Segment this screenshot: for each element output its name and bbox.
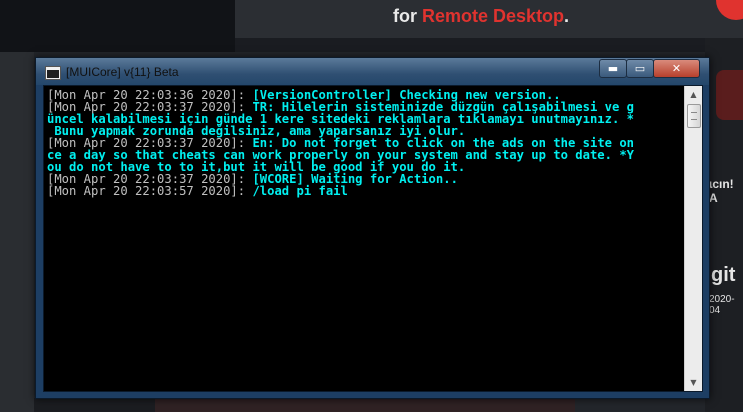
scroll-down-arrow-icon[interactable]: ▼ xyxy=(685,374,702,391)
console-text[interactable]: [Mon Apr 20 22:03:36 2020]: [VersionCont… xyxy=(47,89,681,387)
background-bottom-left xyxy=(34,398,155,412)
console-line: [Mon Apr 20 22:03:57 2020]: /load pi fai… xyxy=(47,185,681,197)
minimize-button[interactable]: ▬ xyxy=(599,59,627,78)
banner-text: for Remote Desktop. xyxy=(393,6,570,26)
maximize-button[interactable]: ▭ xyxy=(626,59,654,78)
console-window: [MUICore] v{11} Beta ▬ ▭ ✕ [Mon Apr 20 2… xyxy=(35,57,710,399)
background-left-strip xyxy=(0,52,34,412)
console-message: /load pi fail xyxy=(252,184,348,198)
background-side-text: ɩcın! A xyxy=(709,177,734,205)
background-dark-area xyxy=(0,0,235,52)
console-timestamp: [Mon Apr 20 22:03:57 2020]: xyxy=(47,184,253,198)
scroll-thumb[interactable] xyxy=(687,104,701,128)
scroll-up-arrow-icon[interactable]: ▲ xyxy=(685,86,702,103)
console-output-area[interactable]: [Mon Apr 20 22:03:36 2020]: [VersionCont… xyxy=(43,85,703,392)
background-side-date: 2020-04 xyxy=(709,294,735,316)
console-app-icon[interactable] xyxy=(45,66,61,80)
vertical-scrollbar[interactable]: ▲ ▼ xyxy=(684,86,702,391)
close-button[interactable]: ✕ xyxy=(653,59,700,78)
window-title: [MUICore] v{11} Beta xyxy=(66,65,179,79)
background-side-heading: git xyxy=(711,264,736,286)
background-thumbnail xyxy=(716,70,743,120)
background-bottom-strip xyxy=(155,398,575,412)
title-bar[interactable]: [MUICore] v{11} Beta ▬ ▭ ✕ xyxy=(36,58,709,85)
